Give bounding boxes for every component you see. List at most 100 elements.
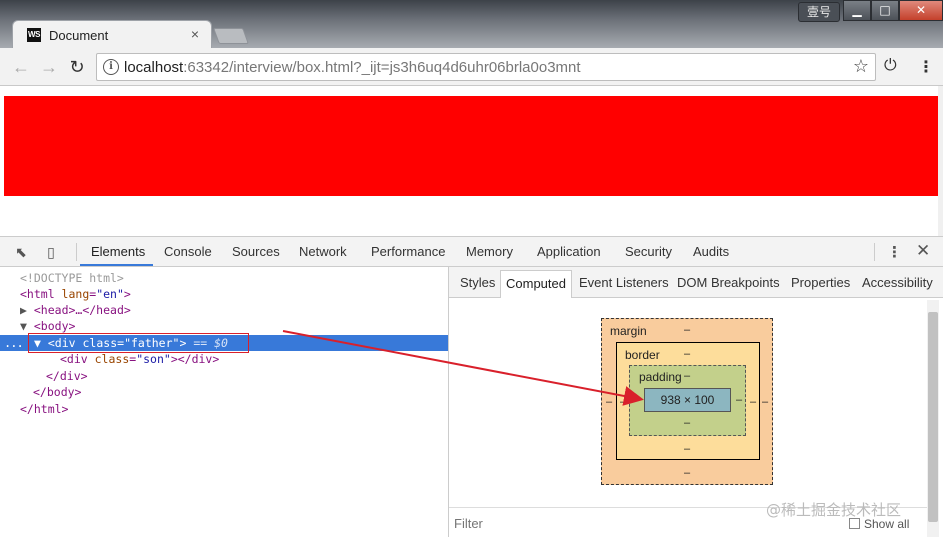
padding-bottom-value[interactable]: – <box>684 417 690 429</box>
dom-node-body[interactable]: ▼ <body> <box>0 318 448 334</box>
box-model-margin[interactable]: margin – – – – border – – – – padding – … <box>601 318 773 485</box>
doctype-text: <!DOCTYPE html> <box>20 271 124 285</box>
bookmark-star-icon[interactable]: ☆ <box>853 56 869 77</box>
border-right-value[interactable]: – <box>750 396 756 408</box>
devtools-close-icon[interactable]: ✕ <box>916 241 930 261</box>
sidebar-scrollbar[interactable] <box>927 300 939 537</box>
border-left-value[interactable]: – <box>620 396 626 408</box>
padding-right-value[interactable]: – <box>736 394 742 406</box>
html-close-tag: </html> <box>20 402 69 416</box>
forward-arrow-icon[interactable]: → <box>38 56 60 78</box>
divider <box>76 243 77 261</box>
tab-styles[interactable]: Styles <box>460 275 495 290</box>
extension-power-icon[interactable]: ⏻ <box>884 57 897 75</box>
dom-node-html-close[interactable]: </html> <box>0 401 448 417</box>
devtools-tabbar: ⬉ ▯ Elements Console Sources Network Per… <box>0 237 943 267</box>
tab-title: Document <box>49 28 109 43</box>
html-lang-value: "en" <box>96 287 124 301</box>
tab-accessibility[interactable]: Accessibility <box>862 275 933 290</box>
tab-memory[interactable]: Memory <box>466 244 513 259</box>
tab-event-listeners[interactable]: Event Listeners <box>579 275 669 290</box>
viewport-scrollbar[interactable] <box>938 86 943 236</box>
border-top-value[interactable]: – <box>684 348 690 360</box>
node-actions-ellipsis-icon[interactable]: ... <box>4 335 24 351</box>
border-label: border <box>625 348 660 362</box>
tab-document[interactable]: WS Document × <box>12 20 212 49</box>
tab-close-icon[interactable]: × <box>191 26 199 42</box>
dom-tree: <!DOCTYPE html> <html lang="en"> ▶ <head… <box>0 267 448 537</box>
tab-console[interactable]: Console <box>164 244 212 259</box>
new-tab-button[interactable] <box>213 28 249 44</box>
tab-network[interactable]: Network <box>299 244 347 259</box>
margin-bottom-value[interactable]: – <box>684 467 690 479</box>
filter-input[interactable] <box>454 516 754 531</box>
tab-security[interactable]: Security <box>625 244 672 259</box>
class-attr: class <box>87 352 130 366</box>
padding-left-value[interactable]: – <box>633 394 639 406</box>
dom-node-head[interactable]: ▶ <head>…</head> <box>0 302 448 318</box>
tab-performance[interactable]: Performance <box>371 244 445 259</box>
margin-right-value[interactable]: – <box>762 396 768 408</box>
sidebar-pane: Styles Computed Event Listeners DOM Brea… <box>449 267 943 537</box>
border-bottom-value[interactable]: – <box>684 443 690 455</box>
devtools-more-icon[interactable]: ⋮ <box>887 243 902 261</box>
body-close-tag: </body> <box>33 385 82 399</box>
page-viewport <box>0 86 943 236</box>
body-tag: <body> <box>33 319 76 333</box>
box-model-content-size[interactable]: 938 × 100 <box>644 388 731 412</box>
profile-button[interactable]: 壹号 <box>798 2 840 22</box>
html-tag: <html <box>20 287 55 301</box>
padding-label: padding <box>639 370 682 384</box>
dom-node-doctype[interactable]: <!DOCTYPE html> <box>0 270 448 286</box>
tab-elements[interactable]: Elements <box>91 244 145 259</box>
devtools-panel: ⬉ ▯ Elements Console Sources Network Per… <box>0 236 943 537</box>
reload-icon[interactable]: ↻ <box>66 56 88 78</box>
div-tag: <div <box>60 352 88 366</box>
box-model-padding[interactable]: padding – – – – 938 × 100 <box>629 365 746 436</box>
inspect-element-icon[interactable]: ⬉ <box>12 243 30 261</box>
dom-node-son[interactable]: <div class="son"></div> <box>0 351 448 367</box>
address-bar[interactable]: i localhost:63342/interview/box.html?_ij… <box>96 53 876 81</box>
padding-top-value[interactable]: – <box>684 370 690 382</box>
dom-node-body-close[interactable]: </body> <box>0 384 448 400</box>
tab-properties[interactable]: Properties <box>791 275 850 290</box>
div-close-tag: </div> <box>46 369 88 383</box>
scrollbar-thumb[interactable] <box>928 312 938 522</box>
box-model-border[interactable]: border – – – – padding – – – – 938 × 100 <box>616 342 760 460</box>
tab-dom-breakpoints[interactable]: DOM Breakpoints <box>677 275 780 290</box>
url-text[interactable]: localhost:63342/interview/box.html?_ijt=… <box>124 59 581 76</box>
watermark-text: @稀土掘金技术社区 <box>766 501 902 519</box>
margin-left-value[interactable]: – <box>606 396 612 408</box>
device-toolbar-icon[interactable]: ▯ <box>42 243 60 261</box>
tab-application[interactable]: Application <box>537 244 601 259</box>
browser-toolbar: ← → ↻ i localhost:63342/interview/box.ht… <box>0 48 943 86</box>
father-div-box <box>4 96 942 196</box>
sidebar-tabbar: Styles Computed Event Listeners DOM Brea… <box>449 267 943 298</box>
url-path: :63342/interview/box.html?_ijt=js3h6uq4d… <box>183 59 581 76</box>
collapse-triangle-icon[interactable]: ▼ <box>20 319 27 333</box>
close-window-button[interactable]: ✕ <box>899 0 943 21</box>
margin-label: margin <box>610 324 647 338</box>
site-info-icon[interactable]: i <box>103 59 119 75</box>
tag-close: ></div> <box>170 352 220 366</box>
tab-computed[interactable]: Computed <box>500 270 572 298</box>
url-host: localhost <box>124 59 184 76</box>
active-tab-indicator <box>80 264 153 266</box>
back-arrow-icon[interactable]: ← <box>10 56 32 78</box>
maximize-button[interactable]: □ <box>871 0 899 21</box>
window-titlebar: WS Document × 壹号 ▁ □ ✕ <box>0 0 943 49</box>
dom-node-div-close[interactable]: </div> <box>0 368 448 384</box>
expand-triangle-icon[interactable]: ▶ <box>20 303 27 317</box>
html-lang-attr: lang <box>54 287 90 301</box>
tab-sources[interactable]: Sources <box>232 244 280 259</box>
head-tag: <head>…</head> <box>33 303 131 317</box>
class-value: "son" <box>136 352 171 366</box>
divider <box>874 243 875 261</box>
dom-node-html[interactable]: <html lang="en"> <box>0 286 448 302</box>
tag-close: > <box>123 287 131 301</box>
minimize-button[interactable]: ▁ <box>843 0 871 21</box>
tab-audits[interactable]: Audits <box>693 244 729 259</box>
margin-top-value[interactable]: – <box>684 324 690 336</box>
browser-menu-icon[interactable]: ⋮ <box>918 57 934 77</box>
webstorm-favicon-icon: WS <box>27 28 41 42</box>
